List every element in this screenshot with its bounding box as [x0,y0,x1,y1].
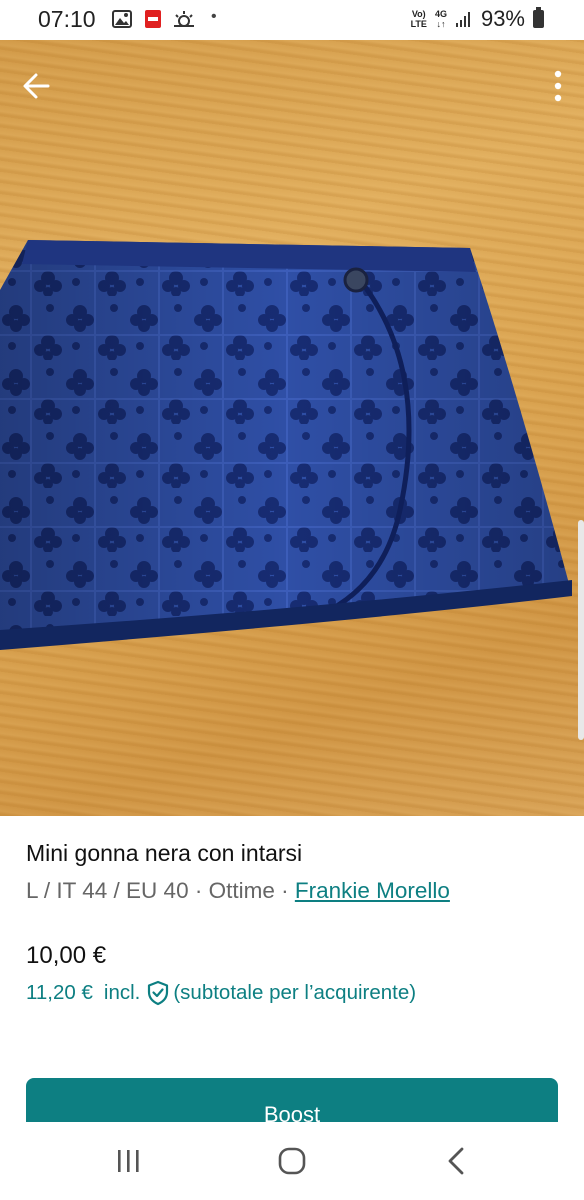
skirt-image [0,240,572,650]
volte-indicator: Vo) LTE [410,9,427,29]
brand-link[interactable]: Frankie Morello [295,878,450,903]
recent-apps-icon[interactable] [108,1144,148,1178]
shield-check-icon [148,980,169,1006]
battery-icon [533,7,544,28]
buyer-incl: incl. [103,981,141,1004]
back-nav-icon[interactable] [437,1144,477,1178]
clock: 07:10 [38,6,96,32]
buyer-price-row[interactable]: 11,20 € incl. (subtotale per l’acquirent… [26,980,416,1006]
notification-dot: • [211,8,217,25]
back-arrow-icon[interactable] [18,66,58,106]
item-size-condition: L / IT 44 / EU 40 · Ottime · [26,878,295,903]
item-meta: L / IT 44 / EU 40 · Ottime · Frankie Mor… [26,878,566,904]
status-bar: 07:10 • Vo) LTE 4G ↓↑ 93% [0,0,584,40]
home-icon[interactable] [272,1144,312,1178]
buyer-price: 11,20 € [26,981,93,1004]
image-icon [112,10,132,28]
item-info: Mini gonna nera con intarsi L / IT 44 / … [26,840,566,904]
system-nav-bar [0,1122,584,1200]
scrollbar[interactable] [578,520,584,740]
signal-icon [455,12,470,27]
status-right: Vo) LTE 4G ↓↑ 93% [411,6,544,32]
network-type-indicator: 4G ↓↑ [434,9,447,29]
product-photo[interactable] [0,40,584,816]
battery-percent: 93% [480,6,525,31]
item-title: Mini gonna nera con intarsi [26,840,303,866]
pdf-icon [145,10,161,28]
weather-icon [174,11,194,27]
buyer-note: (subtotale per l’acquirente) [173,981,417,1004]
more-vert-icon[interactable] [550,66,566,106]
item-price: 10,00 € [26,942,107,969]
